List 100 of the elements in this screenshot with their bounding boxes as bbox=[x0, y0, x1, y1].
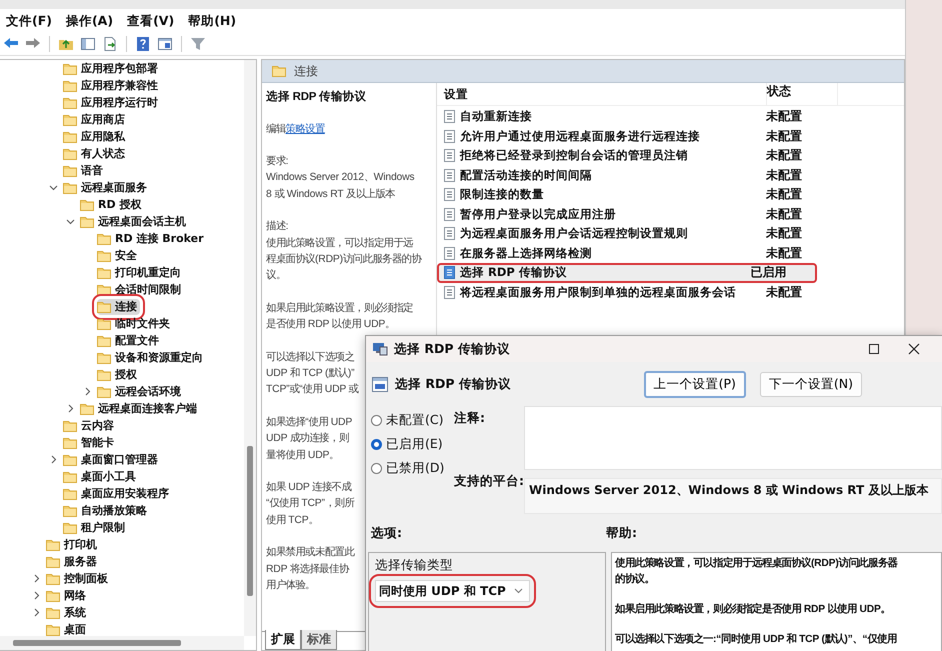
list-row[interactable]: 选择 RDP 传输协议 已启用 bbox=[437, 263, 817, 282]
tree-item[interactable]: 临时文件夹 bbox=[97, 316, 173, 332]
help-icon[interactable] bbox=[135, 36, 151, 52]
setting-name: 选择 RDP 传输协议 bbox=[460, 265, 567, 280]
radio-button[interactable] bbox=[371, 414, 382, 426]
expand-chevron-icon[interactable] bbox=[83, 387, 92, 396]
collapse-chevron-icon[interactable] bbox=[66, 217, 75, 226]
comment-field[interactable] bbox=[524, 406, 942, 470]
menu-item[interactable]: 操作(A) bbox=[66, 12, 114, 30]
folder-icon bbox=[97, 284, 111, 296]
list-row[interactable]: 为远程桌面服务用户会话远程控制设置规则 未配置 bbox=[437, 224, 904, 244]
column-header[interactable]: 状态 bbox=[767, 83, 838, 105]
tree-item[interactable]: 授权 bbox=[97, 366, 140, 382]
tree-item[interactable]: 应用隐私 bbox=[63, 128, 128, 144]
tree-item[interactable]: 智能卡 bbox=[63, 434, 117, 450]
folder-icon bbox=[80, 216, 94, 228]
menu-item[interactable]: 查看(V) bbox=[127, 12, 174, 30]
tree-item[interactable]: 会话时间限制 bbox=[97, 282, 184, 298]
tree-item[interactable]: 远程桌面服务 bbox=[63, 180, 150, 196]
scrollbar-thumb[interactable] bbox=[13, 640, 181, 646]
folder-icon bbox=[97, 250, 111, 262]
list-row[interactable]: 将远程桌面服务用户限制到单独的远程桌面服务会话 未配置 bbox=[437, 282, 904, 302]
tree-item[interactable]: 有人状态 bbox=[63, 146, 128, 162]
folder-icon bbox=[97, 232, 111, 244]
tree-item[interactable]: 远程桌面会话主机 bbox=[80, 214, 189, 230]
folder-icon bbox=[63, 436, 77, 448]
expand-chevron-icon[interactable] bbox=[32, 608, 41, 617]
tree-item[interactable]: 远程桌面连接客户端 bbox=[80, 400, 200, 416]
help-text: 如果启用此策略设置，则必须指定是否使用 RDP 以使用 UDP。 bbox=[614, 602, 892, 617]
collapse-chevron-icon[interactable] bbox=[49, 183, 58, 192]
tree-item[interactable]: 云内容 bbox=[63, 418, 117, 434]
tree-item[interactable]: 应用商店 bbox=[63, 112, 128, 128]
expand-chevron-icon[interactable] bbox=[32, 591, 41, 600]
panel-icon[interactable] bbox=[80, 36, 96, 52]
close-icon[interactable] bbox=[908, 343, 920, 355]
tree-item[interactable]: RD 授权 bbox=[80, 196, 144, 212]
folder-icon bbox=[63, 488, 77, 500]
menu-item[interactable]: 文件(F) bbox=[6, 12, 52, 30]
view-tab[interactable]: 标准 bbox=[301, 630, 337, 650]
radio-button[interactable] bbox=[371, 438, 382, 450]
tree-item[interactable]: 桌面 bbox=[46, 622, 89, 638]
tree-item[interactable]: RD 连接 Broker bbox=[97, 230, 207, 246]
setting-status: 未配置 bbox=[766, 166, 803, 184]
expand-chevron-icon[interactable] bbox=[66, 404, 75, 413]
list-row[interactable]: 配置活动连接的时间间隔 未配置 bbox=[437, 166, 904, 185]
list-row[interactable]: 在服务器上选择网络检测 未配置 bbox=[437, 244, 904, 263]
tree-item[interactable]: 设备和资源重定向 bbox=[97, 350, 206, 366]
policy-settings-link[interactable]: 策略设置 bbox=[286, 124, 325, 135]
tree-item[interactable]: 远程会话环境 bbox=[97, 384, 184, 400]
menu-item[interactable]: 帮助(H) bbox=[188, 12, 236, 30]
tree-item[interactable]: 控制面板 bbox=[46, 570, 111, 586]
view-tab[interactable]: 扩展 bbox=[265, 630, 301, 650]
setting-status: 已启用 bbox=[750, 264, 788, 282]
transport-dropdown[interactable]: 同时使用 UDP 和 TCP bbox=[375, 580, 530, 602]
description-text: 如果启用此策略设置，则必须指定 是否使用 RDP 以使用 UDP。 bbox=[266, 301, 414, 332]
setting-name: 暂停用户登录以完成应用注册 bbox=[460, 206, 616, 222]
setting-name: 在服务器上选择网络检测 bbox=[460, 246, 592, 261]
expand-chevron-icon[interactable] bbox=[32, 574, 41, 583]
scrollbar-thumb[interactable] bbox=[247, 446, 253, 596]
radio-button[interactable] bbox=[371, 462, 382, 474]
folder-icon bbox=[97, 334, 111, 346]
column-header[interactable]: 设置 bbox=[437, 83, 767, 105]
tree-item[interactable]: 网络 bbox=[46, 588, 89, 604]
tree-item[interactable]: 系统 bbox=[46, 604, 89, 620]
maximize-icon[interactable] bbox=[868, 343, 880, 355]
section-label: 帮助: bbox=[606, 524, 637, 542]
properties-icon[interactable] bbox=[157, 36, 173, 52]
tree-item[interactable]: 自动播放策略 bbox=[63, 502, 150, 518]
list-row[interactable]: 允许用户通过使用远程桌面服务进行远程连接 未配置 bbox=[437, 126, 904, 146]
tree-item[interactable]: 安全 bbox=[97, 248, 140, 264]
tree-item[interactable]: 服务器 bbox=[46, 554, 100, 570]
tree-item[interactable]: 配置文件 bbox=[97, 332, 162, 348]
export-icon[interactable] bbox=[102, 36, 118, 52]
list-row[interactable]: 限制连接的数量 未配置 bbox=[437, 185, 904, 204]
tree-item[interactable]: 桌面小工具 bbox=[63, 468, 139, 484]
platform-text: Windows Server 2012、Windows 8 或 Windows RT 及以上版本 bbox=[524, 478, 942, 514]
tree-item[interactable]: 连接 bbox=[97, 298, 140, 314]
tree-item[interactable]: 应用程序运行时 bbox=[63, 94, 161, 110]
nav-button[interactable]: 上一个设置(P) bbox=[644, 370, 746, 398]
radio-option[interactable]: 未配置(C) bbox=[371, 410, 454, 430]
tree-item[interactable]: 语音 bbox=[63, 162, 106, 178]
folder-icon bbox=[46, 624, 60, 636]
expand-chevron-icon[interactable] bbox=[49, 455, 58, 464]
policy-icon bbox=[444, 149, 455, 162]
nav-button[interactable]: 下一个设置(N) bbox=[760, 372, 862, 396]
list-row[interactable]: 自动重新连接 未配置 bbox=[437, 107, 904, 126]
tree-item[interactable]: 打印机重定向 bbox=[97, 264, 184, 280]
radio-option[interactable]: 已禁用(D) bbox=[371, 458, 454, 478]
tree-item[interactable]: 应用程序兼容性 bbox=[63, 78, 161, 94]
tree-item[interactable]: 桌面窗口管理器 bbox=[63, 452, 161, 468]
tree-item[interactable]: 租户限制 bbox=[63, 520, 128, 536]
tree-item[interactable]: 打印机 bbox=[46, 536, 100, 552]
folder-icon bbox=[63, 114, 77, 126]
filter-icon[interactable] bbox=[190, 36, 206, 52]
list-row[interactable]: 拒绝将已经登录到控制台会话的管理员注销 未配置 bbox=[437, 146, 904, 166]
radio-option[interactable]: 已启用(E) bbox=[371, 434, 454, 454]
tree-item[interactable]: 桌面应用安装程序 bbox=[63, 486, 172, 502]
folder-icon bbox=[63, 130, 77, 142]
list-row[interactable]: 暂停用户登录以完成应用注册 未配置 bbox=[437, 204, 904, 224]
tree-item[interactable]: 应用程序包部署 bbox=[63, 60, 161, 76]
